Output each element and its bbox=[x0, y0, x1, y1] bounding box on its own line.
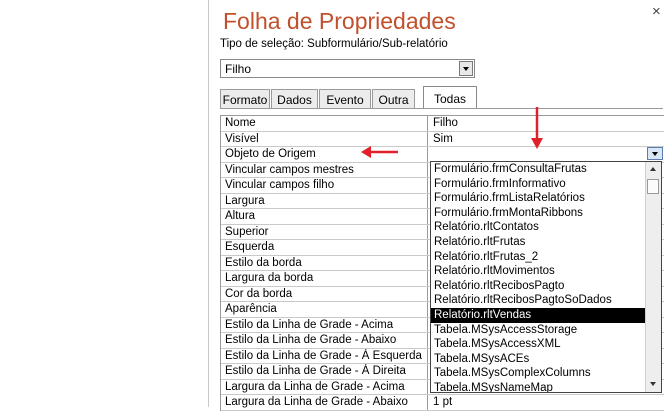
tab-evento[interactable]: Evento bbox=[319, 89, 371, 108]
annotation-arrow-down-icon bbox=[531, 107, 543, 149]
dropdown-scrollbar[interactable] bbox=[645, 162, 661, 392]
property-name: Estilo da Linha de Grade - À Direita bbox=[221, 364, 428, 379]
property-value[interactable]: 1 pt bbox=[428, 395, 664, 410]
property-name: Estilo da borda bbox=[221, 255, 428, 270]
source-object-dropdown-list[interactable]: Formulário.frmConsultaFrutas Formulário.… bbox=[430, 161, 662, 393]
dropdown-option[interactable]: Relatório.rltFrutas_2 bbox=[431, 250, 661, 265]
property-row[interactable]: Nome Filho bbox=[221, 116, 664, 132]
dropdown-option[interactable]: Relatório.rltContatos bbox=[431, 220, 661, 235]
property-value[interactable]: Sim bbox=[428, 132, 664, 147]
scroll-up-icon[interactable] bbox=[646, 162, 661, 177]
tab-divider bbox=[220, 108, 663, 109]
property-value[interactable]: Filho bbox=[428, 116, 664, 131]
annotation-arrow-left-icon bbox=[361, 146, 398, 158]
dropdown-option[interactable]: Relatório.rltMovimentos bbox=[431, 264, 661, 279]
property-name: Vincular campos mestres bbox=[221, 162, 428, 177]
dropdown-option[interactable]: Tabela.MSysComplexColumns bbox=[431, 366, 661, 381]
property-name: Esquerda bbox=[221, 240, 428, 255]
dropdown-option[interactable]: Tabela.MSysAccessStorage bbox=[431, 323, 661, 338]
selection-type-label: Tipo de seleção: Subformulário/Sub-relat… bbox=[220, 38, 448, 50]
property-name: Vincular campos filho bbox=[221, 178, 428, 193]
dropdown-option[interactable]: Formulário.frmListaRelatórios bbox=[431, 191, 661, 206]
property-name: Estilo da Linha de Grade - Abaixo bbox=[221, 333, 428, 348]
dropdown-option[interactable]: Relatório.rltFrutas bbox=[431, 235, 661, 250]
property-name: Aparência bbox=[221, 302, 428, 317]
property-name: Estilo da Linha de Grade - À Esquerda bbox=[221, 348, 428, 363]
pane-title: Folha de Propriedades bbox=[223, 8, 456, 34]
source-object-combo[interactable] bbox=[428, 147, 664, 162]
scroll-thumb[interactable] bbox=[647, 179, 659, 194]
property-name: Largura da borda bbox=[221, 271, 428, 286]
property-name: Largura bbox=[221, 193, 428, 208]
property-name: Largura da Linha de Grade - Abaixo bbox=[221, 395, 428, 410]
property-name: Nome bbox=[221, 116, 428, 131]
dropdown-option-selected[interactable]: Relatório.rltVendas bbox=[431, 307, 661, 323]
object-selector-value: Filho bbox=[225, 62, 252, 76]
tab-outra[interactable]: Outra bbox=[372, 89, 415, 108]
dropdown-option[interactable]: Tabela.MSysNameMap bbox=[431, 381, 661, 392]
dropdown-option[interactable]: Relatório.rltRecibosPagto bbox=[431, 279, 661, 294]
dropdown-option[interactable]: Formulário.frmMontaRibbons bbox=[431, 206, 661, 221]
chevron-down-icon[interactable] bbox=[647, 147, 663, 160]
object-selector-combo[interactable]: Filho bbox=[220, 59, 475, 78]
chevron-down-icon[interactable] bbox=[459, 61, 473, 76]
property-row[interactable]: Largura da Linha de Grade - Abaixo 1 pt bbox=[221, 395, 664, 411]
dropdown-option[interactable]: Tabela.MSysAccessXML bbox=[431, 337, 661, 352]
tab-dados[interactable]: Dados bbox=[271, 89, 318, 108]
property-row[interactable]: Visível Sim bbox=[221, 131, 664, 147]
left-blank-area bbox=[0, 0, 208, 407]
dropdown-option[interactable]: Formulário.frmInformativo bbox=[431, 177, 661, 192]
dropdown-option[interactable]: Relatório.rltRecibosPagtoSoDados bbox=[431, 293, 661, 308]
property-name: Visível bbox=[221, 131, 428, 146]
dropdown-option[interactable]: Formulário.frmConsultaFrutas bbox=[431, 162, 661, 177]
property-name: Largura da Linha de Grade - Acima bbox=[221, 379, 428, 394]
property-name: Cor da borda bbox=[221, 286, 428, 301]
dropdown-option[interactable]: Tabela.MSysACEs bbox=[431, 352, 661, 367]
scroll-down-icon[interactable] bbox=[646, 377, 661, 392]
property-name: Altura bbox=[221, 209, 428, 224]
tab-formato[interactable]: Formato bbox=[220, 89, 270, 108]
property-name: Estilo da Linha de Grade - Acima bbox=[221, 317, 428, 332]
tab-todas[interactable]: Todas bbox=[423, 86, 477, 109]
close-icon[interactable]: × bbox=[652, 3, 661, 20]
property-name: Superior bbox=[221, 224, 428, 239]
